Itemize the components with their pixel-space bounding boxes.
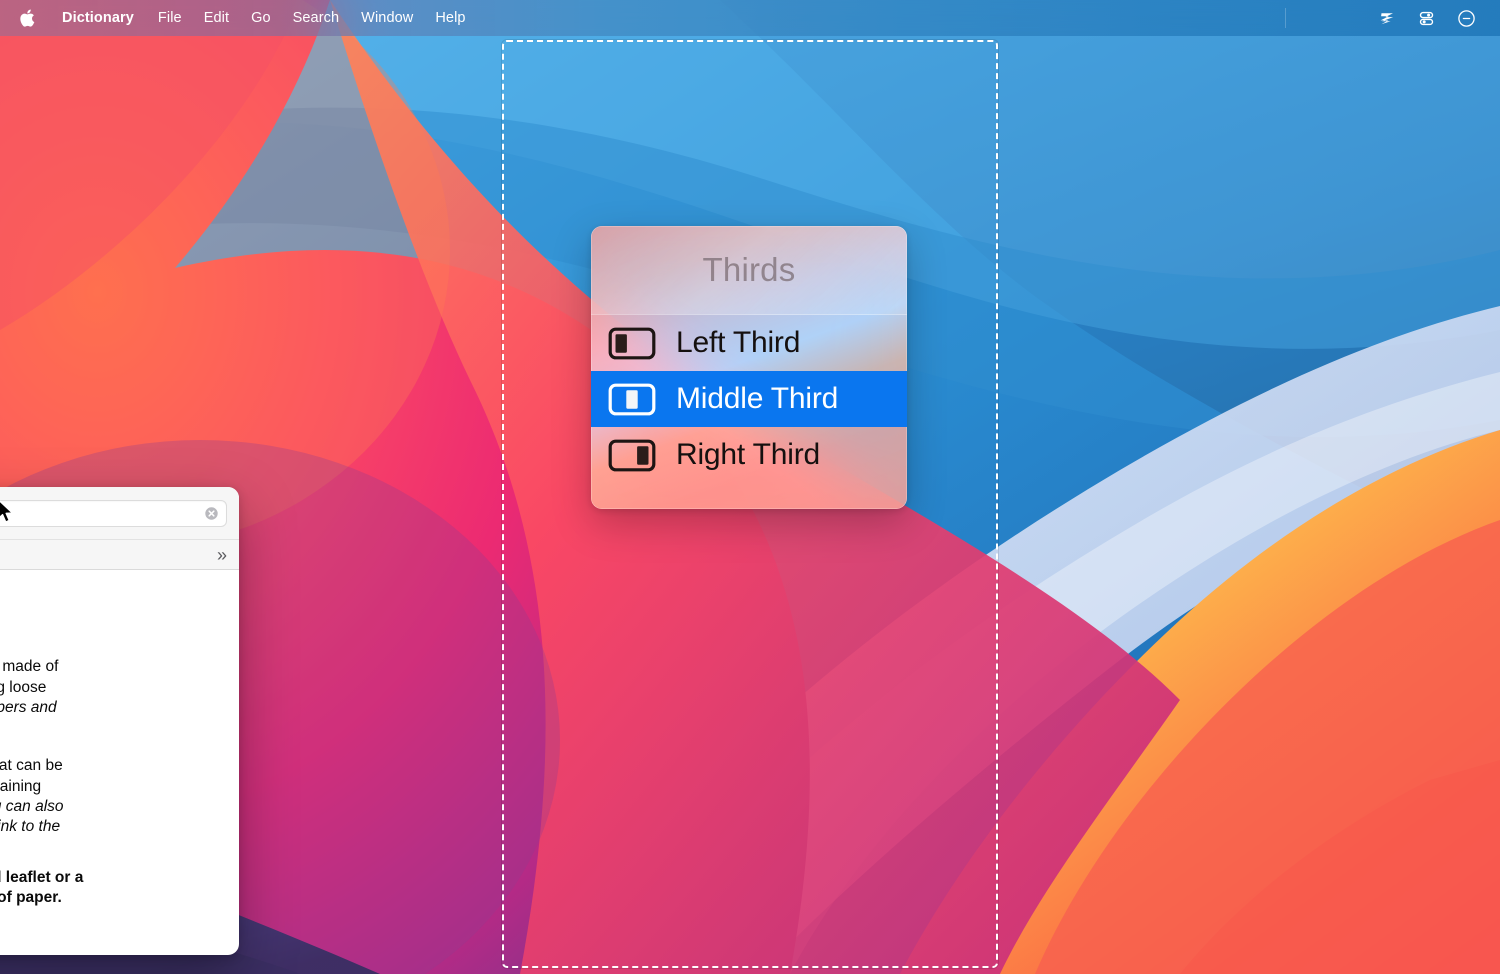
menu-item-middle-third[interactable]: Middle Third xyxy=(591,371,907,427)
search-input-value[interactable]: folder xyxy=(0,506,197,521)
rectangle-app-icon[interactable] xyxy=(1369,0,1406,36)
entry-sense-1: or holder, typically made of rdboard, fo… xyxy=(0,657,217,738)
menu-item-right-third[interactable]: Right Third xyxy=(591,427,907,483)
entry-pronunciation: ˈfōldər | xyxy=(0,594,217,614)
menu-app-name[interactable]: Dictionary xyxy=(49,0,147,36)
menu-item-left-third[interactable]: Left Third xyxy=(591,315,907,371)
sense-text: of folded sheets of paper. xyxy=(0,888,62,906)
menu-bar-divider xyxy=(1285,8,1286,28)
mouse-pointer xyxy=(0,500,14,523)
clear-circle-icon[interactable] xyxy=(204,506,219,521)
siri-circle-icon[interactable] xyxy=(1447,0,1486,36)
dictionary-window: » folder Thesaurus German » ˈfōldər | or… xyxy=(0,487,239,955)
thirds-menu-list: Left Third Middle Third Right Third xyxy=(591,315,907,509)
control-center-icon[interactable] xyxy=(1408,0,1445,36)
sense-text-line: r documents: you can also xyxy=(0,797,217,817)
dictionary-source-tabs: Thesaurus German » xyxy=(0,539,239,570)
dictionary-toolbar: » folder xyxy=(0,487,239,539)
tabs-overflow-chevron-icon[interactable]: » xyxy=(217,546,227,564)
menu-item-edit[interactable]: Edit xyxy=(193,0,240,36)
entry-sense-3: n English a folded leaflet or a of folde… xyxy=(0,868,217,909)
dictionary-entry-body: ˈfōldər | or holder, typically made of r… xyxy=(0,570,239,908)
entry-sense-2: omputer screen that can be ss a director… xyxy=(0,756,217,837)
sense-text-line: n English a folded leaflet or a xyxy=(0,868,217,888)
sense-text: ss a directory containing xyxy=(0,777,42,795)
menu-item-window[interactable]: Window xyxy=(350,0,424,36)
menu-item-help[interactable]: Help xyxy=(424,0,476,36)
middle-third-icon xyxy=(608,383,656,415)
sense-text: or holder, typically made of xyxy=(0,658,59,676)
menu-item-search[interactable]: Search xyxy=(282,0,351,36)
thirds-popup-menu: Thirds Left Third Middle Third Right Thi… xyxy=(591,226,907,509)
sense-text: rdboard, for storing loose xyxy=(0,678,47,696)
menu-item-label: Middle Third xyxy=(676,382,839,415)
menu-item-label: Left Third xyxy=(676,326,801,359)
menu-item-go[interactable]: Go xyxy=(240,0,282,36)
sense-example: ler by copying its link to the xyxy=(0,818,61,836)
left-third-icon xyxy=(608,327,656,359)
menu-item-file[interactable]: File xyxy=(147,0,193,36)
sense-example: o current projects. xyxy=(0,718,217,738)
macos-menu-bar: Dictionary File Edit Go Search Window He… xyxy=(0,0,1500,36)
sense-text: omputer screen that can be xyxy=(0,757,63,775)
sense-example: ome a stack of papers and xyxy=(0,698,57,716)
apple-logo-icon[interactable] xyxy=(0,0,49,36)
menu-bar-status-group xyxy=(1369,0,1500,36)
menu-bar-left-group: Dictionary File Edit Go Search Window He… xyxy=(0,0,477,36)
thirds-menu-header: Thirds xyxy=(591,226,907,315)
sense-example: you can also xyxy=(0,798,64,816)
right-third-icon xyxy=(608,439,656,471)
menu-item-label: Right Third xyxy=(676,438,820,471)
search-input[interactable]: folder xyxy=(0,499,227,527)
sense-text: a folded leaflet or a xyxy=(0,868,84,886)
